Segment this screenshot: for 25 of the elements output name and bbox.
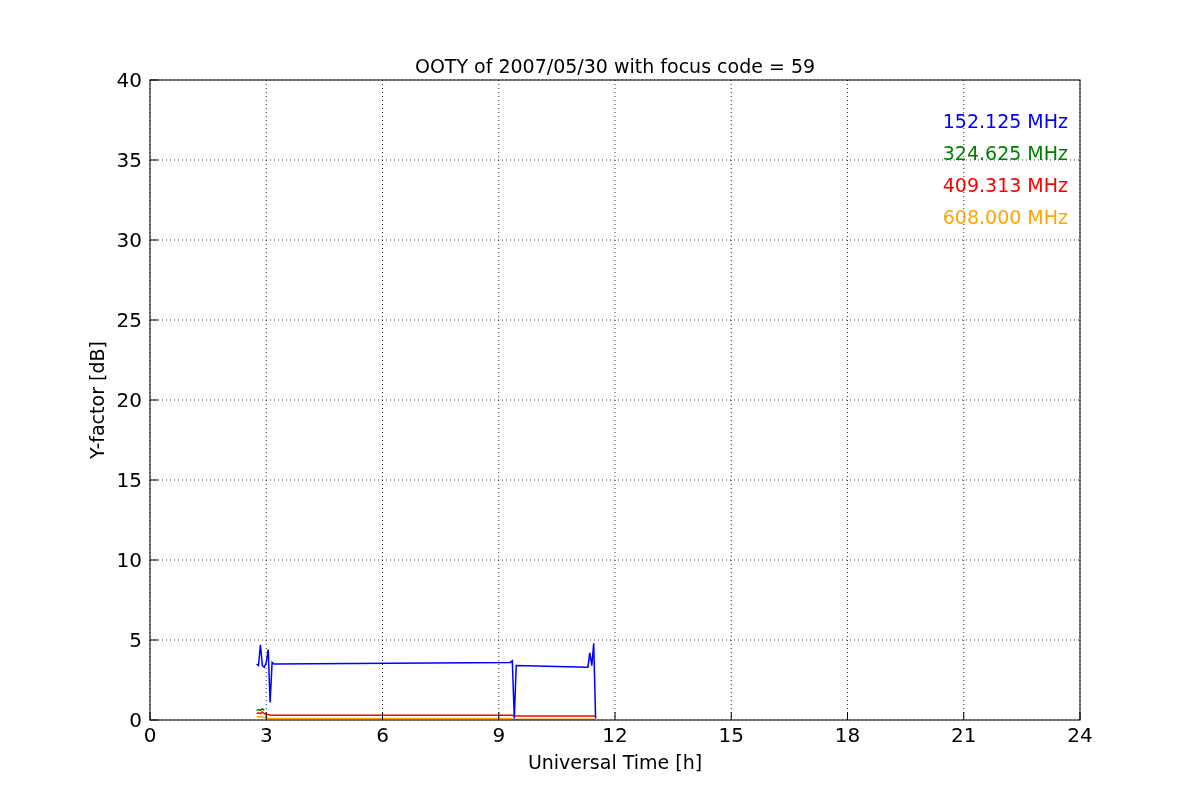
x-tick-label: 0 (143, 723, 157, 747)
y-tick-label: 25 (116, 308, 142, 332)
x-tick-label: 15 (718, 723, 744, 747)
x-tick-label: 24 (1067, 723, 1093, 747)
y-tick-label: 40 (116, 68, 142, 92)
y-tick-label: 5 (129, 628, 142, 652)
y-tick-label: 30 (116, 228, 142, 252)
x-tick-label: 21 (951, 723, 977, 747)
y-tick-label: 0 (129, 708, 142, 732)
x-tick-label: 3 (259, 723, 273, 747)
y-tick-label: 10 (116, 548, 142, 572)
y-tick-label: 20 (116, 388, 142, 412)
x-axis-label: Universal Time [h] (527, 751, 703, 773)
x-tick-label: 9 (492, 723, 506, 747)
legend-label: 409.313 MHz (942, 174, 1068, 196)
x-tick-label: 12 (602, 723, 628, 747)
y-tick-label: 35 (116, 148, 142, 172)
chart-title: OOTY of 2007/05/30 with focus code = 59 (414, 55, 816, 77)
x-tick-label: 6 (376, 723, 389, 747)
legend-label: 608.000 MHz (942, 206, 1068, 228)
y-tick-label: 15 (116, 468, 142, 492)
legend-label: 324.625 MHz (942, 142, 1068, 164)
y-axis-label: Y-factor [dB] (86, 341, 108, 459)
legend-label: 152.125 MHz (942, 110, 1068, 132)
x-tick-label: 18 (834, 723, 861, 747)
